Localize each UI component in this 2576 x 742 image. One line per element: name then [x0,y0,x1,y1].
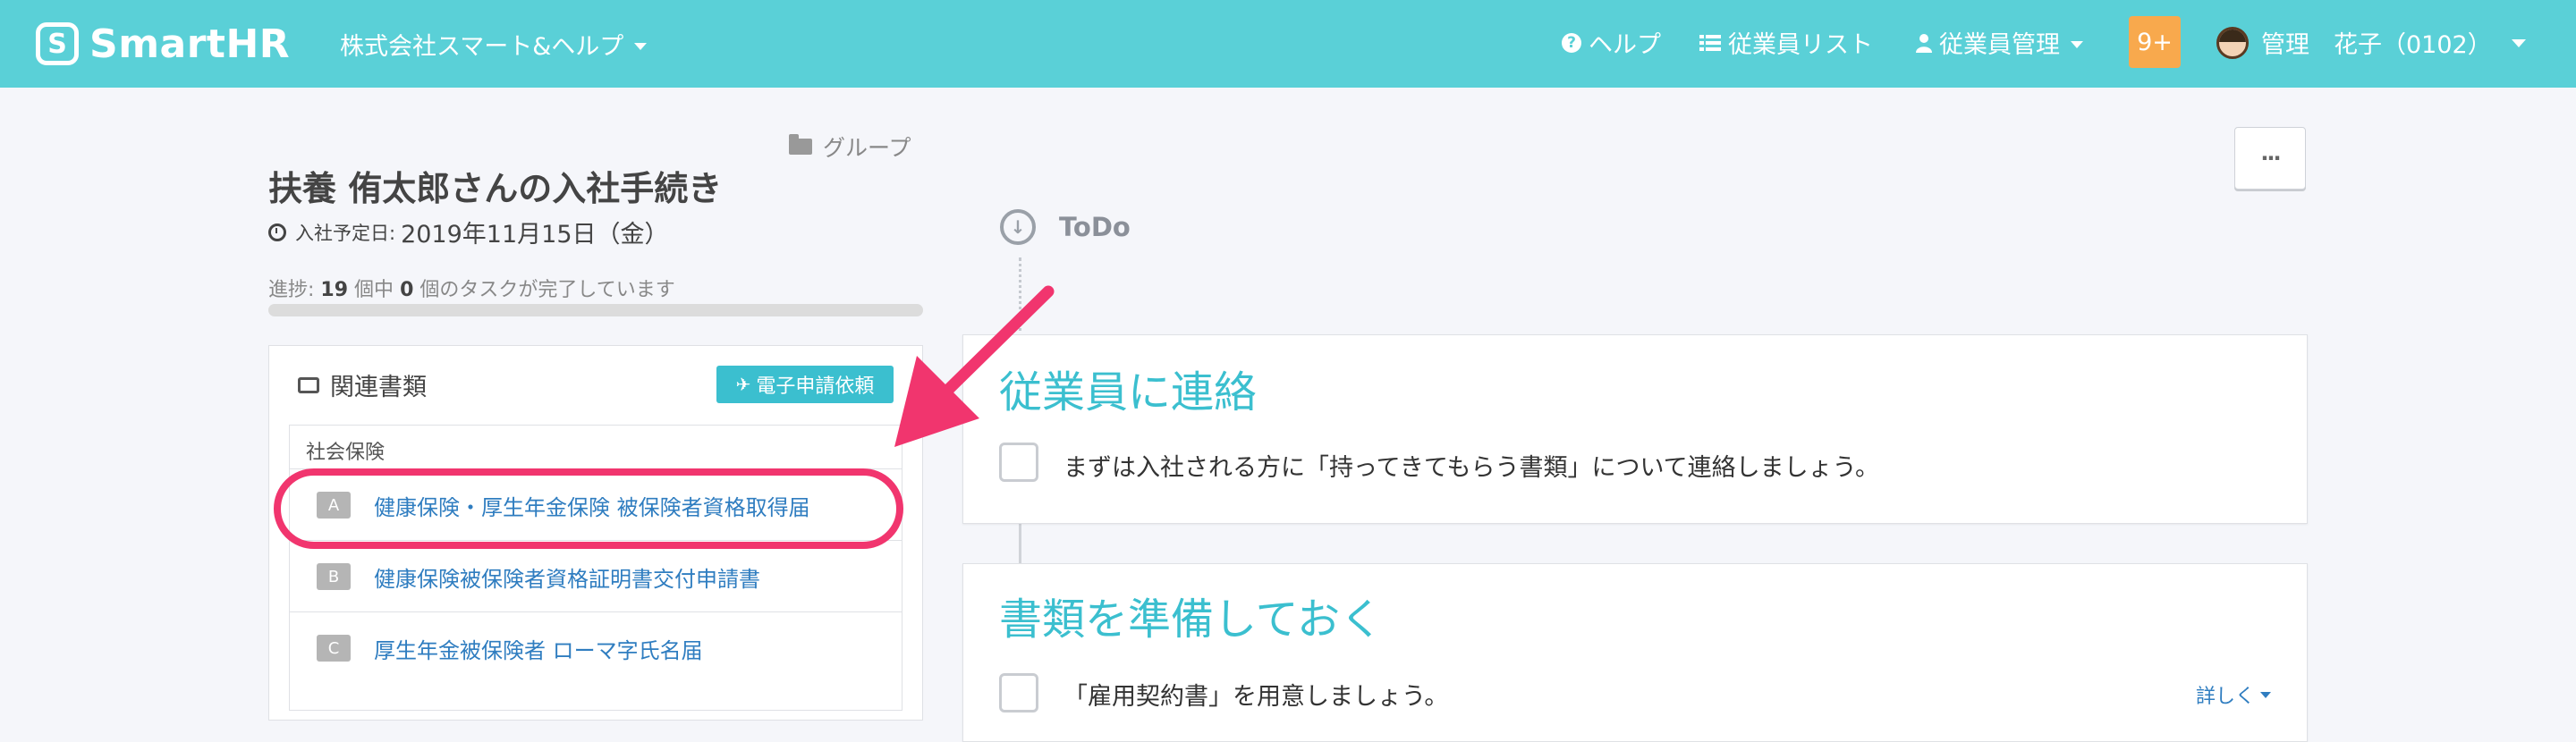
document-link[interactable]: 健康保険・厚生年金保険 被保険者資格取得届 [374,490,810,521]
nav-employee-list-label: 従業員リスト [1728,31,1873,59]
document-item-b[interactable]: B 健康保険被保険者資格証明書交付申請書 [290,540,902,612]
task-detail-link[interactable]: 詳しく [2196,680,2272,709]
page-title: 扶養 侑太郎さんの入社手続き [268,169,723,208]
task-card: 書類を準備しておく 「雇用契約書」を用意しましょう。 詳しく [962,563,2308,742]
task-detail-label: 詳しく [2196,686,2256,708]
progress-prefix: 進捗: [268,279,315,301]
nav-employee-management[interactable]: 従業員管理 [1916,25,2083,60]
document-link[interactable]: 健康保険被保険者資格証明書交付申請書 [374,561,760,593]
nav-employee-list[interactable]: 従業員リスト [1699,25,1873,60]
logo-text: SmartHR [89,21,291,67]
related-documents-title: 関連書類 [298,367,427,402]
document-letter-badge: A [317,492,351,519]
user-menu-chevron-icon[interactable] [2512,39,2526,47]
e-apply-request-label: 電子申請依頼 [756,375,875,398]
chevron-down-icon [2260,691,2272,698]
question-circle-icon: ? [1562,32,1581,53]
user-name: 管理 花子（0102） [2261,31,2492,59]
nav-employee-management-label: 従業員管理 [1939,31,2060,59]
nav-help[interactable]: ? ヘルプ [1562,25,1661,60]
company-name: 株式会社スマート&ヘルプ [340,33,624,61]
smarthr-logo[interactable]: S SmartHR [36,20,290,68]
social-insurance-group: 社会保険 A 健康保険・厚生年金保険 被保険者資格取得届 B 健康保険被保険者資… [289,425,902,711]
e-apply-request-button[interactable]: ✈ 電子申請依頼 [716,366,894,403]
progress-text: 進捗: 19 個中 0 個のタスクが完了しています [268,274,675,302]
task-title: 従業員に連絡 [999,367,1258,417]
nav-help-label: ヘルプ [1589,31,1661,59]
timeline-connector [1019,257,1021,338]
more-options-button[interactable]: ··· [2234,127,2306,190]
user-icon [1916,33,1932,53]
document-letter-badge: C [317,635,351,662]
related-documents-panel: 関連書類 ✈ 電子申請依頼 社会保険 A 健康保険・厚生年金保険 被保険者資格取… [268,345,923,721]
timeline-connector [1019,524,1021,563]
document-link[interactable]: 厚生年金被保険者 ローマ字氏名届 [374,633,703,664]
progress-done: 0 [400,279,414,301]
task-text: 「雇用契約書」を用意しましょう。 [1063,683,1449,711]
logo-mark-icon: S [36,22,79,65]
folder-icon [789,134,812,155]
document-item-a[interactable]: A 健康保険・厚生年金保険 被保険者資格取得届 [290,468,902,541]
top-navigation-bar: S SmartHR 株式会社スマート&ヘルプ ? ヘルプ 従業員リスト 従業員管… [0,0,2576,88]
group-link-label: グループ [823,135,911,161]
todo-header: ↓ ToDo [1000,209,1131,245]
task-card: 従業員に連絡 まずは入社される方に「持ってきてもらう書類」について連絡しましょう… [962,334,2308,524]
user-menu[interactable]: 管理 花子（0102） [2216,25,2492,60]
printer-icon [298,376,319,393]
paper-plane-icon: ✈ [735,374,751,395]
chevron-down-icon [2071,40,2083,48]
join-date-label: 入社予定日: [295,222,396,244]
document-item-c[interactable]: C 厚生年金被保険者 ローマ字氏名届 [290,611,902,684]
progress-total: 19 [320,279,349,301]
arrow-down-circle-icon: ↓ [1000,209,1036,245]
join-date-value: 2019年11月15日（金） [401,221,669,249]
join-date: 入社予定日: 2019年11月15日（金） [268,215,669,249]
task-checkbox[interactable] [999,443,1038,482]
task-text: まずは入社される方に「持ってきてもらう書類」について連絡しましょう。 [1063,454,1880,482]
group-link[interactable]: グループ [789,131,911,163]
task-checkbox[interactable] [999,673,1038,712]
todo-label: ToDo [1059,212,1131,242]
clock-icon [268,223,286,241]
progress-bar [268,304,923,316]
chevron-down-icon [634,42,648,50]
social-insurance-label: 社会保険 [306,442,386,464]
task-title: 書類を準備しておく [999,594,1384,645]
progress-mid: 個中 [354,279,394,301]
progress-suffix: 個のタスクが完了しています [419,279,675,301]
notification-badge[interactable]: 9+ [2129,16,2181,68]
company-selector[interactable]: 株式会社スマート&ヘルプ [340,27,648,62]
document-letter-badge: B [317,563,351,590]
related-documents-title-label: 関連書類 [330,374,427,401]
list-icon [1699,34,1721,52]
avatar [2216,26,2249,59]
